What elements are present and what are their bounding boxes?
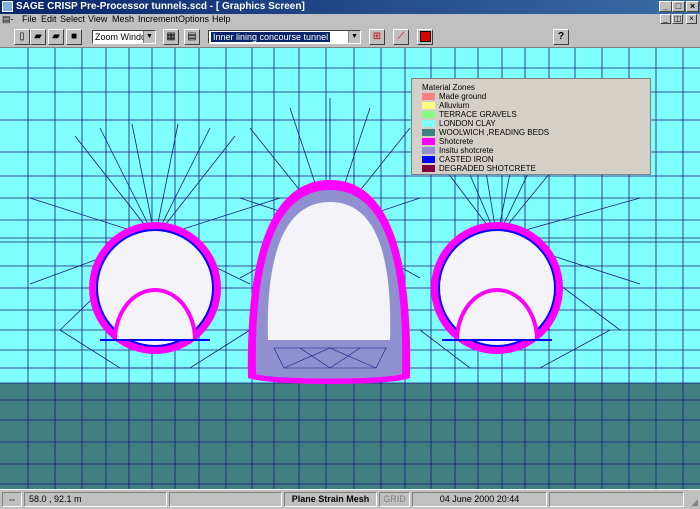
menu-mesh[interactable]: Mesh (112, 14, 134, 25)
legend-swatch (422, 156, 435, 164)
left-tunnel[interactable] (89, 222, 221, 354)
app-icon (2, 1, 13, 12)
title-bar: SAGE CRISP Pre-Processor tunnels.scd - [… (0, 0, 700, 14)
legend-swatch (422, 165, 435, 173)
menu-bar: ▤- File Edit Select View Mesh Increment … (0, 14, 700, 25)
context-help-icon[interactable]: ? (553, 29, 569, 45)
legend-item: LONDON CLAY (422, 119, 496, 128)
status-panel-empty (549, 492, 684, 507)
table-view-icon[interactable]: ▤ (184, 29, 200, 45)
legend-swatch (422, 111, 435, 119)
axis-tool-icon[interactable]: ⟋ (393, 29, 409, 45)
analysis-mode: Plane Strain Mesh (284, 492, 377, 507)
cursor-coordinates: 58.0 , 92.1 m (24, 492, 167, 507)
legend-swatch (422, 147, 435, 155)
material-zones-legend: Material Zones Made ground Alluvium TERR… (411, 78, 651, 175)
legend-swatch (422, 93, 435, 101)
legend-item: Alluvium (422, 101, 469, 110)
menu-view[interactable]: View (88, 14, 107, 25)
status-panel-empty (169, 492, 282, 507)
open-folder-icon[interactable]: ▰ (30, 29, 46, 45)
menu-select[interactable]: Select (60, 14, 85, 25)
legend-swatch (422, 129, 435, 137)
minimize-icon[interactable]: _ (659, 1, 672, 12)
new-file-icon[interactable]: ▯ (14, 29, 30, 45)
document-menu-icon[interactable]: ▤- (2, 14, 14, 25)
legend-item: DEGRADED SHOTCRETE (422, 164, 536, 173)
zone-select[interactable]: Inner lining concourse tunnel ▼ (208, 30, 361, 44)
legend-item: WOOLWICH ,READING BEDS (422, 128, 549, 137)
chevron-down-icon[interactable]: ▼ (348, 31, 360, 43)
legend-item: Insitu shotcrete (422, 146, 493, 155)
grid-view-icon[interactable]: ▦ (163, 29, 179, 45)
resize-grip-icon[interactable]: ◢ (691, 497, 698, 508)
mdi-close-icon[interactable]: × (686, 14, 697, 24)
right-tunnel[interactable] (431, 222, 563, 354)
chevron-down-icon[interactable]: ▼ (143, 31, 155, 43)
legend-item: Shotcrete (422, 137, 473, 146)
status-bar: ⇔ 58.0 , 92.1 m Plane Strain Mesh GRID 0… (0, 489, 700, 509)
legend-swatch (422, 120, 435, 128)
cursor-position-icon: ⇔ (2, 492, 22, 507)
close-icon[interactable]: × (686, 1, 699, 12)
legend-swatch (422, 102, 435, 110)
mdi-minimize-icon[interactable]: _ (660, 14, 671, 24)
legend-item: CASTED IRON (422, 155, 494, 164)
maximize-icon[interactable]: □ (672, 1, 685, 12)
zoom-select[interactable]: Zoom Window ▼ (92, 30, 156, 44)
mesh-tool-icon[interactable]: ⊞ (369, 29, 385, 45)
menu-options[interactable]: Options (178, 14, 209, 25)
legend-title: Material Zones (422, 83, 475, 92)
grid-indicator[interactable]: GRID (379, 492, 410, 507)
legend-item: Made ground (422, 92, 486, 101)
menu-increment[interactable]: Increment (138, 14, 178, 25)
legend-swatch (422, 138, 435, 146)
toolbar: ▯ ▰ ▰ ■ Zoom Window ▼ ▦ ▤ Inner lining c… (0, 26, 700, 48)
status-date: 04 June 2000 20:44 (412, 492, 547, 507)
mdi-restore-icon[interactable]: ◫ (672, 14, 683, 24)
legend-item: TERRACE GRAVELS (422, 110, 517, 119)
save-icon[interactable]: ■ (66, 29, 82, 45)
menu-edit[interactable]: Edit (41, 14, 57, 25)
menu-help[interactable]: Help (212, 14, 231, 25)
zone-select-value: Inner lining concourse tunnel (211, 32, 331, 42)
window-title: SAGE CRISP Pre-Processor tunnels.scd - [… (16, 1, 305, 12)
menu-file[interactable]: File (22, 14, 37, 25)
zone-color-icon[interactable] (417, 29, 433, 45)
open-project-icon[interactable]: ▰ (48, 29, 64, 45)
woolwich-zone (0, 383, 700, 489)
